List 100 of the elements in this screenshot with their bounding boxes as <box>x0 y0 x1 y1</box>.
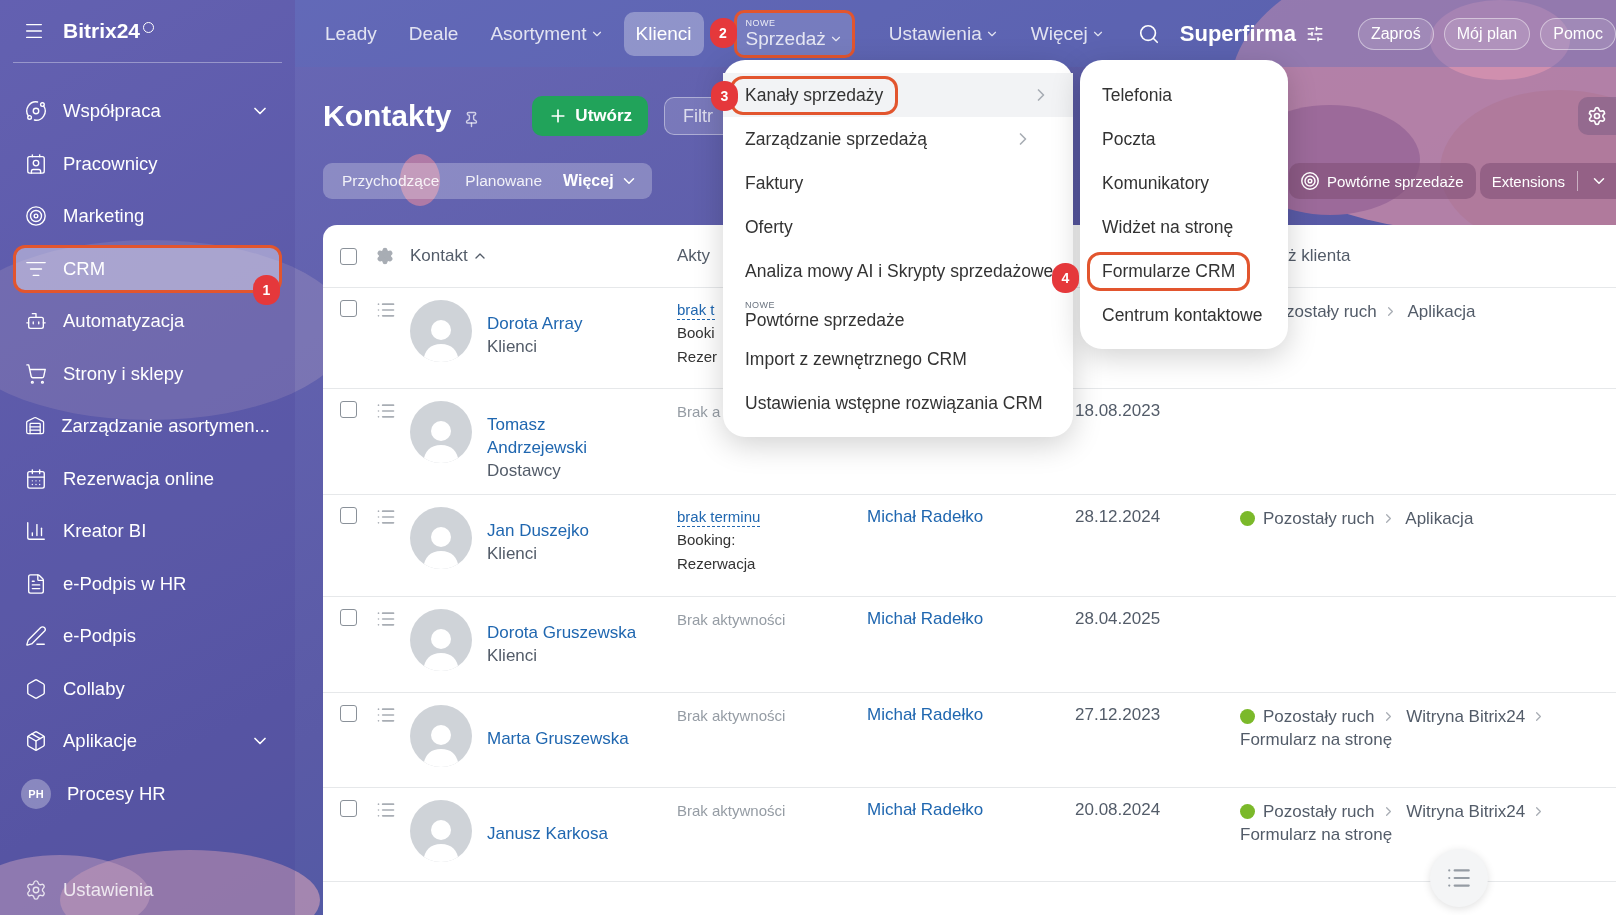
drag-icon[interactable] <box>376 300 396 320</box>
sliders-icon[interactable] <box>1305 24 1324 43</box>
menu-item[interactable]: Zarządzanie sprzedażą <box>723 117 1055 161</box>
contact-name[interactable]: Marta Gruszewska <box>487 727 637 750</box>
date-text: 18.08.2023 <box>1075 401 1161 420</box>
row-checkbox[interactable] <box>340 705 357 722</box>
row-checkbox[interactable] <box>340 401 357 418</box>
menu-item[interactable]: Widżet na stronę <box>1080 205 1270 249</box>
date-text: 28.04.2025 <box>1075 609 1161 628</box>
sidebar-item[interactable]: Collaby <box>13 664 282 713</box>
sidebar-item[interactable]: e-Podpis <box>13 612 282 660</box>
responsible-link[interactable]: Michał Radełko <box>867 507 984 526</box>
date-text: 27.12.2023 <box>1075 705 1161 724</box>
menu-item[interactable]: Analiza mowy AI i Skrypty sprzedażowe <box>723 249 1055 293</box>
sidebar-item[interactable]: PH Procesy HR <box>13 769 282 818</box>
drag-icon[interactable] <box>376 401 396 421</box>
menu-item[interactable]: Komunikatory <box>1080 161 1270 205</box>
contact-group: Dostawcy <box>487 459 637 482</box>
source-text: Aplikacja <box>1405 509 1474 528</box>
contact-name[interactable]: Jan Duszejko <box>487 519 637 542</box>
responsible-link[interactable]: Michał Radełko <box>867 609 984 628</box>
menu-item[interactable]: Faktury <box>723 161 1055 205</box>
sidebar-icon <box>25 625 47 647</box>
row-checkbox[interactable] <box>340 800 357 817</box>
nav-tab[interactable]: Deale <box>396 11 471 56</box>
activity-text: Brak aktywności <box>677 610 786 630</box>
menu-item[interactable]: Poczta <box>1080 117 1270 161</box>
settings-button[interactable] <box>1578 97 1616 135</box>
source-text: Pozostały ruch <box>1263 707 1375 726</box>
activity-text: Rezerwacja <box>677 554 756 574</box>
search-icon[interactable] <box>1137 22 1160 45</box>
settings-icon <box>1587 106 1607 126</box>
gear-icon[interactable] <box>376 247 394 265</box>
drag-icon[interactable] <box>376 800 396 820</box>
column-header[interactable]: ż klienta <box>1288 246 1616 266</box>
repeat-sales-button[interactable]: Powtórne sprzedaże <box>1288 163 1476 199</box>
sidebar-item[interactable]: Strony i sklepy <box>13 349 282 398</box>
activity-text: Brak aktywności <box>677 801 786 821</box>
source-text: Formularz na stronę <box>1240 730 1393 749</box>
page-title: Kontakty <box>323 99 452 133</box>
contact-name[interactable]: Dorota Gruszewska <box>487 621 637 644</box>
create-button[interactable]: Utwórz <box>532 96 649 136</box>
nav-tab[interactable]: Asortyment <box>478 11 616 56</box>
menu-item[interactable]: Centrum kontaktowe <box>1080 293 1270 337</box>
activity-text: Rezer <box>677 347 717 367</box>
nav-tab[interactable]: Leady <box>313 11 389 56</box>
drag-icon[interactable] <box>376 705 396 725</box>
row-checkbox[interactable] <box>340 300 357 317</box>
activity-text: Booki <box>677 323 715 343</box>
sidebar-item[interactable]: Zarządzanie asortymen... <box>13 402 282 450</box>
extensions-button[interactable]: Extensions <box>1479 163 1616 199</box>
activity-text: Brak aktywności <box>677 706 786 726</box>
drag-icon[interactable] <box>376 609 396 629</box>
sidebar-icon <box>25 415 46 437</box>
menu-item[interactable]: Oferty <box>723 205 1055 249</box>
sidebar-item[interactable]: Pracownicy <box>13 139 282 188</box>
source-text: Aplikacja <box>1407 302 1476 321</box>
source-text: Pozostały ruch <box>1263 509 1375 528</box>
responsible-link[interactable]: Michał Radełko <box>867 800 984 819</box>
select-all-checkbox[interactable] <box>340 247 357 265</box>
date-text: 20.08.2024 <box>1075 800 1161 819</box>
activity-text: Brak a <box>677 402 721 422</box>
header-button[interactable]: Pomoc <box>1540 17 1616 50</box>
sidebar-item[interactable]: Aplikacje <box>13 717 282 765</box>
nav-tab[interactable]: NOWE Sprzedaż <box>733 9 855 58</box>
sidebar-item[interactable]: e-Podpis w HR <box>13 559 282 608</box>
row-checkbox[interactable] <box>340 609 357 626</box>
source-text: Pozostały ruch <box>1263 802 1375 821</box>
row-checkbox[interactable] <box>340 507 357 524</box>
sidebar-icon <box>25 310 47 332</box>
nav-tab[interactable]: Ustawienia <box>876 11 1011 56</box>
menu-item[interactable]: Telefonia <box>1080 73 1270 117</box>
contact-group: Klienci <box>487 335 637 358</box>
sidebar-item[interactable]: Kreator BI <box>13 507 282 555</box>
menu-item[interactable]: NOWE Powtórne sprzedaże <box>723 293 1055 337</box>
sidebar-icon <box>25 152 47 175</box>
more-button[interactable]: Więcej <box>555 172 646 190</box>
nav-tab[interactable]: Więcej <box>1018 11 1117 56</box>
menu-item[interactable]: Import z zewnętrznego CRM <box>723 337 1055 381</box>
sidebar-item[interactable]: Marketing <box>13 192 282 240</box>
contact-name[interactable]: Tomasz Andrzejewski <box>487 413 637 459</box>
settings-icon <box>25 879 47 901</box>
logo[interactable]: Bitrix24 <box>63 19 155 43</box>
sidebar-item[interactable]: Współpraca <box>13 87 282 135</box>
activity-text: Booking: <box>677 530 736 550</box>
responsible-link[interactable]: Michał Radełko <box>867 705 984 724</box>
sidebar-icon <box>25 362 47 385</box>
drag-icon[interactable] <box>376 507 396 527</box>
column-header[interactable]: Kontakt <box>410 246 677 266</box>
deadline-link[interactable]: brak terminu <box>677 507 761 527</box>
header-button[interactable]: Zaproś <box>1357 17 1434 50</box>
contact-name[interactable]: Dorota Array <box>487 312 637 335</box>
deadline-link[interactable]: brak t <box>677 300 715 320</box>
sidebar-icon <box>25 572 47 595</box>
sidebar-item[interactable]: Rezerwacja online <box>13 454 282 503</box>
avatar: PH <box>21 778 51 809</box>
sidebar-icon <box>25 677 47 700</box>
contact-name[interactable]: Janusz Karkosa <box>487 822 637 845</box>
menu-item[interactable]: Ustawienia wstępne rozwiązania CRM <box>723 381 1055 425</box>
company-name[interactable]: Superfirma <box>1179 20 1296 47</box>
